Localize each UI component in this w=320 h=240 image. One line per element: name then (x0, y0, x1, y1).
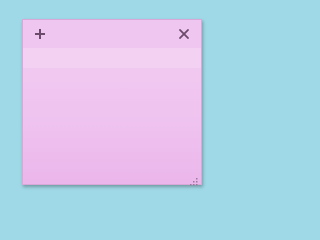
close-icon (179, 29, 189, 39)
resize-grip-icon (190, 178, 198, 186)
plus-icon (35, 29, 45, 39)
note-text-area[interactable] (23, 48, 201, 184)
new-note-button[interactable] (32, 26, 48, 42)
note-header[interactable] (23, 20, 201, 48)
resize-grip[interactable] (189, 172, 199, 186)
sticky-note (22, 19, 202, 186)
close-note-button[interactable] (176, 26, 192, 42)
